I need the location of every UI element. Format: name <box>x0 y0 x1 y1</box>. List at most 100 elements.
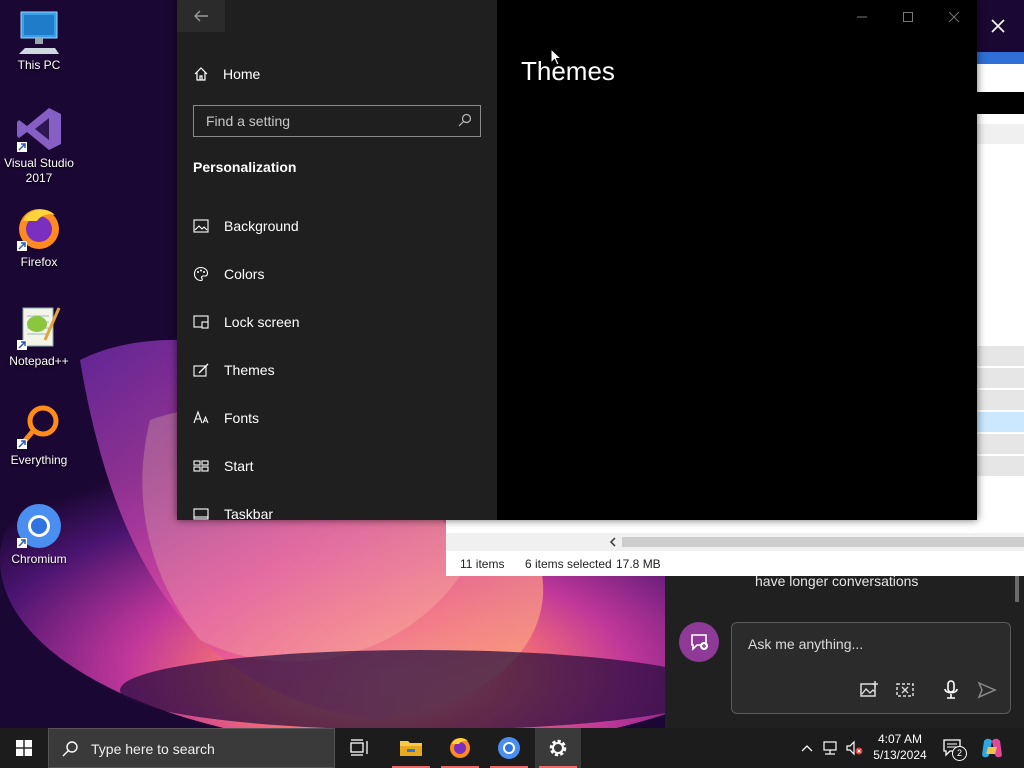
desktop-icon-label: Firefox <box>20 255 58 269</box>
explorer-titlebar-fragment <box>976 52 1024 64</box>
copilot-button[interactable] <box>976 728 1008 768</box>
desktop-icon-label: This PC <box>17 58 61 72</box>
chevron-up-icon <box>801 745 813 752</box>
desktop-icon-firefox[interactable]: Firefox <box>2 205 76 270</box>
chromium-icon <box>498 737 520 759</box>
nav-item-label: Taskbar <box>224 506 274 522</box>
chevron-left-icon[interactable] <box>608 537 618 547</box>
notification-count-badge: 2 <box>952 746 967 761</box>
section-heading: Personalization <box>193 159 297 175</box>
status-bar: 11 items 6 items selected 17.8 MB <box>446 552 1024 576</box>
chat-input[interactable] <box>746 635 990 653</box>
taskbar-icon <box>193 508 209 520</box>
task-view-button[interactable] <box>337 728 383 768</box>
firefox-icon <box>17 209 59 251</box>
nav-item-label: Colors <box>224 266 265 282</box>
new-topic-button[interactable] <box>679 622 719 662</box>
action-center-button[interactable]: 2 <box>940 728 967 768</box>
chat-scrollbar[interactable] <box>1015 576 1019 602</box>
find-setting-input[interactable] <box>204 112 448 130</box>
mouse-cursor-icon <box>550 48 562 66</box>
firefox-icon <box>450 738 470 758</box>
desktop-icon-visual-studio[interactable]: Visual Studio 2017 <box>2 106 76 186</box>
microphone-icon[interactable] <box>940 679 962 701</box>
nav-home-label: Home <box>223 66 261 82</box>
taskbar: 4:07 AM 5/13/2024 2 <box>0 728 1024 768</box>
nav-item-start[interactable]: Start <box>193 453 483 479</box>
nav-item-label: Start <box>224 458 254 474</box>
visual-studio-icon <box>17 108 61 152</box>
horizontal-scrollbar[interactable] <box>446 533 1024 551</box>
close-button[interactable] <box>943 8 965 26</box>
desktop-icon-everything[interactable]: Everything <box>2 403 76 468</box>
network-button[interactable] <box>820 728 840 768</box>
volume-muted-icon <box>846 740 863 756</box>
settings-window: Home Personalization Background Colors <box>177 0 977 522</box>
gear-icon <box>549 739 567 757</box>
find-setting-box[interactable] <box>193 105 481 137</box>
taskbar-search-box[interactable] <box>48 728 335 768</box>
nav-item-label: Lock screen <box>224 314 300 330</box>
desktop-icon-label: Chromium <box>11 552 67 566</box>
nav-item-themes[interactable]: Themes <box>193 357 483 383</box>
desktop-icon-label: Everything <box>10 453 68 467</box>
nav-item-lock-screen[interactable]: Lock screen <box>193 309 483 335</box>
clock-date: 5/13/2024 <box>873 748 927 762</box>
status-size: 17.8 MB <box>616 557 661 571</box>
start-button[interactable] <box>0 728 48 768</box>
desktop-icon-label: Visual Studio 2017 <box>4 156 74 185</box>
back-arrow-icon <box>194 10 208 22</box>
show-hidden-icons-button[interactable] <box>798 728 816 768</box>
status-selected-count: 6 items selected <box>525 557 612 571</box>
add-image-icon[interactable] <box>858 679 880 701</box>
explorer-ribbon-fragment <box>976 92 1024 114</box>
explorer-address-fragment <box>976 124 1024 144</box>
taskbar-search-input[interactable] <box>89 740 323 758</box>
taskbar-app-firefox[interactable] <box>437 728 483 768</box>
lock-screen-icon <box>193 315 209 329</box>
desktop-icon-label: Notepad++ <box>9 354 69 368</box>
minimize-button[interactable] <box>851 8 873 26</box>
minimize-icon <box>857 16 867 18</box>
computer-icon <box>19 11 59 54</box>
network-icon <box>823 741 837 755</box>
taskbar-app-chromium[interactable] <box>486 728 532 768</box>
copilot-icon <box>982 738 1002 758</box>
nav-item-taskbar[interactable]: Taskbar <box>193 501 483 527</box>
taskbar-app-settings[interactable] <box>535 728 581 768</box>
home-icon <box>194 67 208 81</box>
nav-home[interactable]: Home <box>193 62 260 86</box>
chat-hint-text: have longer conversations <box>755 573 919 589</box>
desktop-icon-notepad-plus-plus[interactable]: Notepad++ <box>2 304 76 369</box>
nav-item-label: Background <box>224 218 299 234</box>
back-button[interactable] <box>177 0 225 32</box>
close-icon <box>948 11 960 23</box>
status-item-count: 11 items <box>460 557 505 571</box>
clock-time: 4:07 AM <box>877 732 923 746</box>
picture-icon <box>193 219 209 233</box>
taskbar-app-file-explorer[interactable] <box>388 728 434 768</box>
chat-input-box[interactable] <box>731 622 1011 714</box>
nav-item-fonts[interactable]: Fonts <box>193 405 483 431</box>
palette-icon <box>193 266 209 282</box>
screenshot-icon[interactable] <box>894 679 916 701</box>
desktop-icon-chromium[interactable]: Chromium <box>2 502 76 567</box>
new-chat-icon <box>691 634 708 651</box>
send-icon[interactable] <box>976 679 998 701</box>
volume-button[interactable] <box>844 728 864 768</box>
nav-item-background[interactable]: Background <box>193 213 483 239</box>
nav-item-colors[interactable]: Colors <box>193 261 483 287</box>
maximize-icon <box>903 12 913 22</box>
folder-icon <box>400 741 422 756</box>
page-title: Themes <box>521 56 615 86</box>
close-icon[interactable] <box>986 14 1010 38</box>
scrollbar-thumb[interactable] <box>622 537 1024 547</box>
clock[interactable]: 4:07 AM 5/13/2024 <box>868 731 932 763</box>
maximize-button[interactable] <box>897 8 919 26</box>
chromium-icon <box>17 504 61 548</box>
desktop-icon-this-pc[interactable]: This PC <box>2 10 76 73</box>
chat-panel: have longer conversations <box>665 573 1024 728</box>
notepad-plus-plus-icon <box>17 307 61 350</box>
fonts-icon <box>193 410 209 424</box>
start-tiles-icon <box>193 460 209 472</box>
